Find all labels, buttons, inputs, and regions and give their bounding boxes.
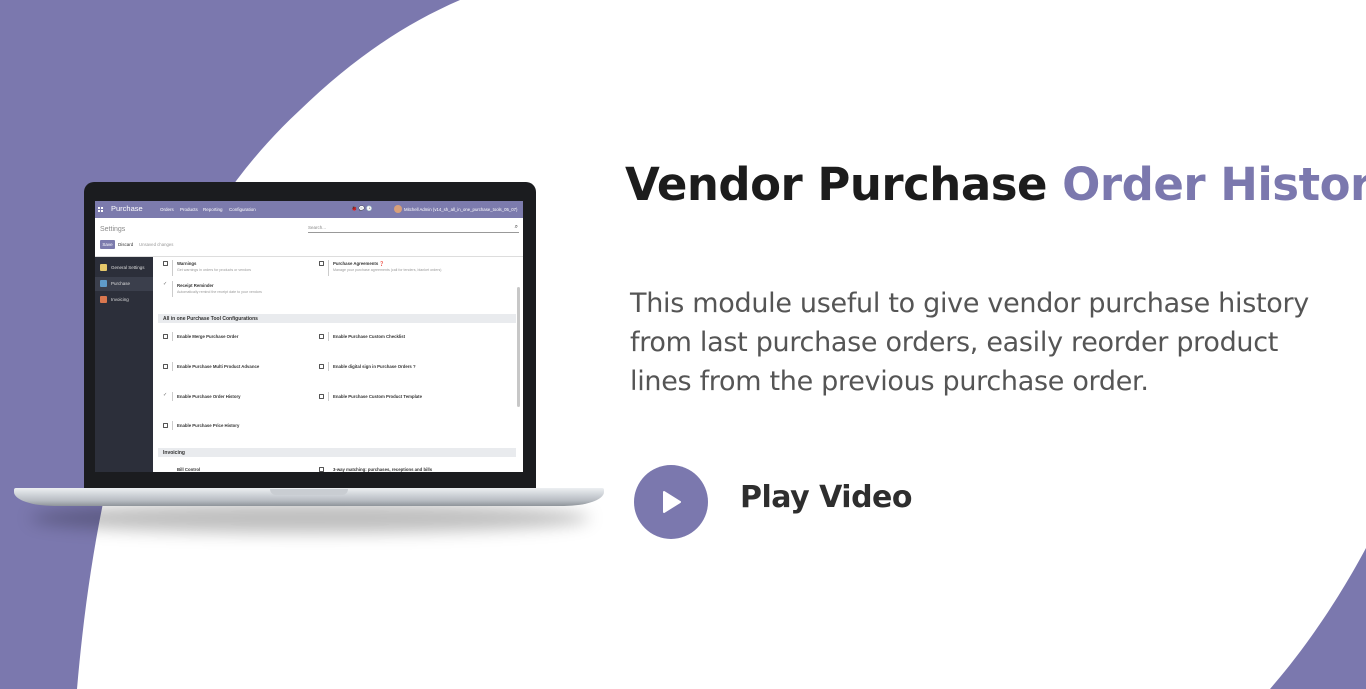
warnings-description: Get warnings in orders for products or v… <box>177 268 252 272</box>
odoo-navbar: Purchase Orders Products Reporting Confi… <box>95 201 523 218</box>
option-label: Enable Purchase Price History <box>177 423 240 428</box>
search-placeholder: Search... <box>308 225 327 230</box>
purchase-agreements-title: Purchase Agreements ❓ <box>333 261 385 267</box>
headline-main: Vendor Purchase <box>625 158 1048 211</box>
order-history-checkmark-icon[interactable]: ✓ <box>163 393 167 398</box>
systray-icons[interactable]: 🐞 💬 🕓 <box>351 206 372 212</box>
sidebar-label: Purchase <box>111 281 131 286</box>
play-video-button[interactable] <box>634 465 708 539</box>
settings-sidebar: General Settings Purchase Invoicing <box>95 257 153 472</box>
warnings-checkbox[interactable] <box>163 261 168 266</box>
user-name[interactable]: Mitchell Admin (v14_sh_all_in_one_purcha… <box>404 207 517 212</box>
search-icon[interactable]: ⌕ <box>515 224 518 231</box>
sidebar-item-general-settings[interactable]: General Settings <box>95 261 153 275</box>
apps-menu-icon[interactable] <box>98 207 103 212</box>
option-label: Enable Purchase Order History <box>177 394 241 399</box>
settings-content: Warnings Get warnings in orders for prod… <box>153 257 523 472</box>
menu-products[interactable]: Products <box>180 207 198 212</box>
discard-button[interactable]: Discard <box>118 240 133 249</box>
play-icon <box>663 491 681 513</box>
purchase-agreements-description: Manage your purchase agreements (call fo… <box>333 268 442 272</box>
purchase-agreements-label: Purchase Agreements <box>333 261 379 266</box>
receipt-reminder-title: Receipt Reminder <box>177 283 214 288</box>
sidebar-item-invoicing[interactable]: Invoicing <box>95 293 153 307</box>
price-history-checkbox[interactable] <box>163 423 168 428</box>
custom-product-template-checkbox[interactable] <box>319 394 324 399</box>
three-way-matching-title: 3-way matching: purchases, receptions an… <box>333 467 433 472</box>
module-description: This module useful to give vendor purcha… <box>630 288 1309 397</box>
menu-reporting[interactable]: Reporting <box>203 207 223 212</box>
option-label: Enable digital sign in Purchase Orders ? <box>333 364 416 369</box>
play-video-label[interactable]: Play Video <box>740 480 913 515</box>
save-button[interactable]: Save <box>100 240 115 249</box>
option-label: Enable Purchase Multi Product Advance <box>177 364 260 369</box>
section-header-invoicing: Invoicing <box>158 448 516 457</box>
option-label: Enable Merge Purchase Order <box>177 334 239 339</box>
invoicing-app-icon <box>100 296 107 303</box>
purchase-agreements-checkbox[interactable] <box>319 261 324 266</box>
headline-accent: Order History <box>1062 158 1366 211</box>
control-panel: Settings Search... ⌕ Save Discard Unsave… <box>95 218 523 257</box>
custom-checklist-checkbox[interactable] <box>319 334 324 339</box>
sidebar-label: General Settings <box>111 265 145 270</box>
unsaved-changes-label: Unsaved changes <box>139 242 174 247</box>
option-label: Enable Purchase Custom Product Template <box>333 394 422 399</box>
purchase-app-icon <box>100 280 107 287</box>
menu-configuration[interactable]: Configuration <box>229 207 256 212</box>
option-label: Enable Purchase Custom Checklist <box>333 334 406 339</box>
help-icon[interactable]: ❓ <box>379 261 384 266</box>
section-header-purchase-tools: All in one Purchase Tool Configurations <box>158 314 516 323</box>
warnings-title: Warnings <box>177 261 197 266</box>
scrollbar-thumb[interactable] <box>517 287 520 407</box>
menu-orders[interactable]: Orders <box>160 207 174 212</box>
breadcrumb: Settings <box>100 226 126 233</box>
laptop-notch <box>270 489 348 495</box>
sidebar-label: Invoicing <box>111 297 129 302</box>
laptop-shadow <box>30 503 590 533</box>
scrollbar[interactable] <box>517 259 520 469</box>
multi-product-advance-checkbox[interactable] <box>163 364 168 369</box>
sidebar-item-purchase[interactable]: Purchase <box>95 277 153 291</box>
receipt-reminder-checkmark-icon[interactable]: ✓ <box>163 282 167 287</box>
headline: Vendor Purchase Order History <box>625 155 1366 215</box>
receipt-reminder-description: Automatically remind the receipt date to… <box>177 290 262 294</box>
laptop-screen: Purchase Orders Products Reporting Confi… <box>95 201 523 472</box>
section-title: All in one Purchase Tool Configurations <box>163 316 258 322</box>
three-way-matching-checkbox[interactable] <box>319 467 324 472</box>
app-name[interactable]: Purchase <box>111 204 143 213</box>
merge-purchase-order-checkbox[interactable] <box>163 334 168 339</box>
search-input[interactable]: Search... ⌕ <box>308 223 519 233</box>
user-avatar[interactable] <box>394 205 402 213</box>
section-title: Invoicing <box>163 450 185 456</box>
bill-control-title: Bill Control <box>177 467 201 472</box>
general-settings-icon <box>100 264 107 271</box>
digital-sign-checkbox[interactable] <box>319 364 324 369</box>
